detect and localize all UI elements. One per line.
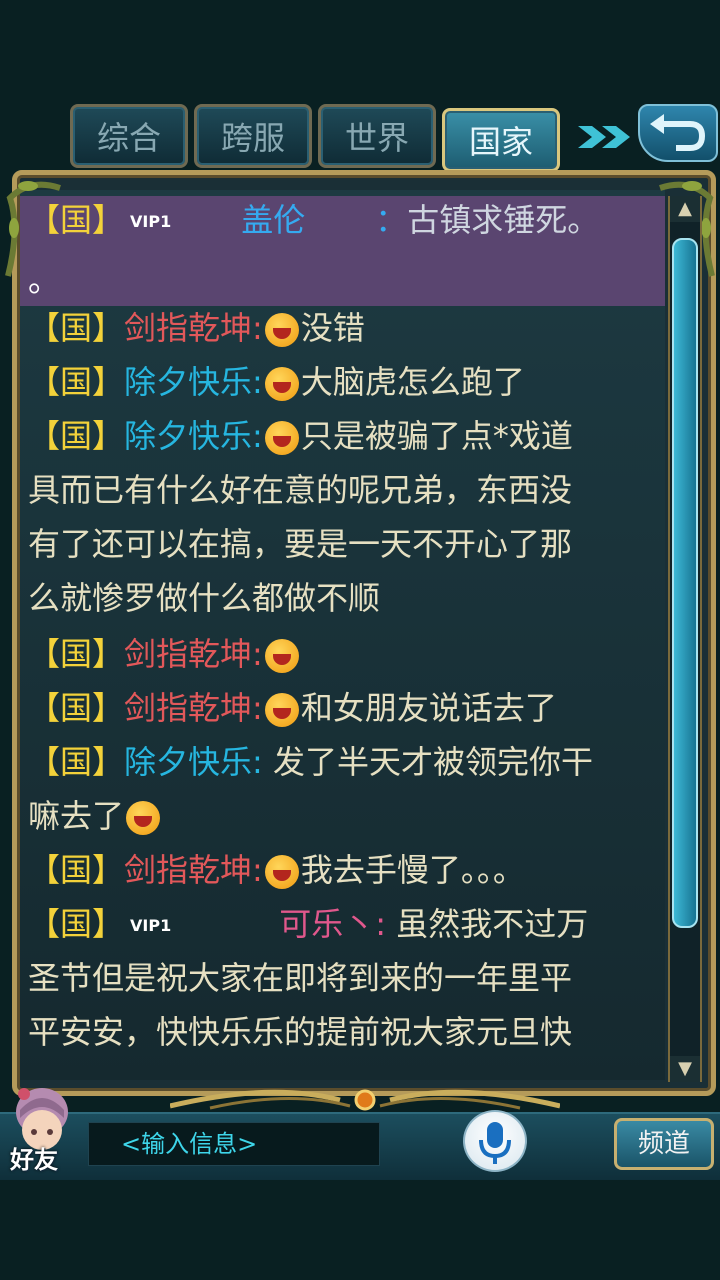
emoji-icon bbox=[264, 421, 299, 455]
scroll-up-button[interactable]: ▲ bbox=[670, 196, 700, 222]
scroll-down-button[interactable]: ▼ bbox=[670, 1056, 700, 1082]
chat-message[interactable]: 【国】除夕快乐: 发了半天才被领完你干 bbox=[28, 742, 593, 782]
sender-name[interactable]: 可乐丶: bbox=[279, 905, 386, 943]
message-text: 只是被骗了点*戏道 bbox=[300, 417, 573, 455]
message-text: 没错 bbox=[300, 309, 365, 347]
chat-message-continued: 嘛去了 bbox=[28, 796, 162, 836]
message-text: 古镇求锤死。 bbox=[407, 201, 600, 239]
tab-world[interactable]: 世界 bbox=[318, 104, 436, 168]
sender-name[interactable]: 除夕快乐: bbox=[124, 743, 263, 781]
double-chevron-icon bbox=[578, 126, 630, 148]
emoji-icon bbox=[264, 855, 299, 889]
tab-nation[interactable]: 国家 bbox=[442, 108, 560, 172]
sender-name[interactable]: 盖伦 bbox=[241, 201, 305, 239]
sender-name[interactable]: 剑指乾坤: bbox=[124, 635, 263, 673]
channel-tag: 【国】 bbox=[28, 635, 125, 673]
sender-name[interactable]: 剑指乾坤: bbox=[124, 309, 263, 347]
emoji-icon bbox=[264, 639, 299, 673]
tab-cross-server[interactable]: 跨服 bbox=[194, 104, 312, 168]
microphone-icon bbox=[479, 1122, 511, 1164]
return-arrow-icon bbox=[650, 114, 706, 151]
sender-name[interactable]: 除夕快乐: bbox=[124, 417, 263, 455]
chat-input-field[interactable]: <输入信息> bbox=[88, 1122, 380, 1166]
vip-badge: VIP1 bbox=[130, 212, 172, 231]
chat-message[interactable]: 【国】 VIP1 可乐丶: 虽然我不过万 bbox=[28, 904, 588, 946]
channel-tag: 【国】 bbox=[28, 689, 125, 727]
emoji-icon bbox=[264, 693, 299, 727]
message-text-continued: 么就惨罗做什么都做不顺 bbox=[28, 579, 381, 617]
game-chat-screen: 综合 跨服 世界 国家 【国】 VIP1 盖伦 ：古镇求锤死。 。 【国】剑指乾坤: 没… bbox=[0, 0, 720, 1280]
message-text-continued: 平安安，快快乐乐的提前祝大家元旦快 bbox=[28, 1013, 573, 1051]
chat-message[interactable]: 【国】除夕快乐: 只是被骗了点*戏道 bbox=[28, 416, 573, 456]
channel-tag: 【国】 bbox=[28, 363, 125, 401]
chat-message[interactable]: 【国】除夕快乐: 大脑虎怎么跑了 bbox=[28, 362, 525, 402]
channel-tag: 【国】 bbox=[28, 905, 125, 943]
message-text: 发了半天才被领完你干 bbox=[262, 743, 593, 781]
back-button[interactable] bbox=[638, 104, 718, 162]
sender-name[interactable]: 剑指乾坤: bbox=[124, 851, 263, 889]
friends-label[interactable]: 好友 bbox=[10, 1140, 58, 1175]
chat-message[interactable]: 【国】剑指乾坤: 没错 bbox=[28, 308, 365, 348]
message-text-continued: 有了还可以在搞，要是一天不开心了那 bbox=[28, 525, 573, 563]
chat-message[interactable]: 【国】剑指乾坤: 我去手慢了。。。 bbox=[28, 850, 525, 890]
message-text-continued: 圣节但是祝大家在即将到来的一年里平 bbox=[28, 959, 573, 997]
chat-message[interactable]: 【国】剑指乾坤: 和女朋友说话去了 bbox=[28, 688, 557, 728]
sender-name[interactable]: 除夕快乐: bbox=[124, 363, 263, 401]
scrollbar-thumb[interactable] bbox=[672, 238, 698, 928]
channel-tag: 【国】 bbox=[28, 309, 125, 347]
vip-badge: VIP1 bbox=[130, 916, 172, 935]
message-text-continued: 具而已有什么好在意的呢兄弟，东西没 bbox=[28, 471, 573, 509]
message-text: 和女朋友说话去了 bbox=[300, 689, 557, 727]
message-text: 虽然我不过万 bbox=[386, 905, 589, 943]
emoji-icon bbox=[264, 313, 299, 347]
channel-tag: 【国】 bbox=[28, 851, 125, 889]
message-text: 大脑虎怎么跑了 bbox=[300, 363, 525, 401]
chat-message[interactable]: 【国】剑指乾坤: bbox=[28, 634, 301, 674]
message-text-continued: 。 bbox=[28, 261, 61, 299]
tab-general[interactable]: 综合 bbox=[70, 104, 188, 168]
voice-input-button[interactable] bbox=[463, 1110, 527, 1172]
channel-tag: 【国】 bbox=[28, 201, 125, 239]
frame-ornament bbox=[170, 1089, 560, 1111]
emoji-icon bbox=[126, 801, 161, 835]
chat-message[interactable]: 【国】 VIP1 盖伦 ：古镇求锤死。 bbox=[28, 200, 599, 242]
message-text: 我去手慢了。。。 bbox=[300, 851, 525, 889]
sender-name[interactable]: 剑指乾坤: bbox=[124, 689, 263, 727]
sender-separator: ： bbox=[375, 201, 408, 239]
channel-tag: 【国】 bbox=[28, 417, 125, 455]
channel-tag: 【国】 bbox=[28, 743, 125, 781]
channel-button[interactable]: 频道 bbox=[614, 1118, 714, 1170]
message-text-continued: 嘛去了 bbox=[28, 797, 125, 835]
emoji-icon bbox=[264, 367, 299, 401]
